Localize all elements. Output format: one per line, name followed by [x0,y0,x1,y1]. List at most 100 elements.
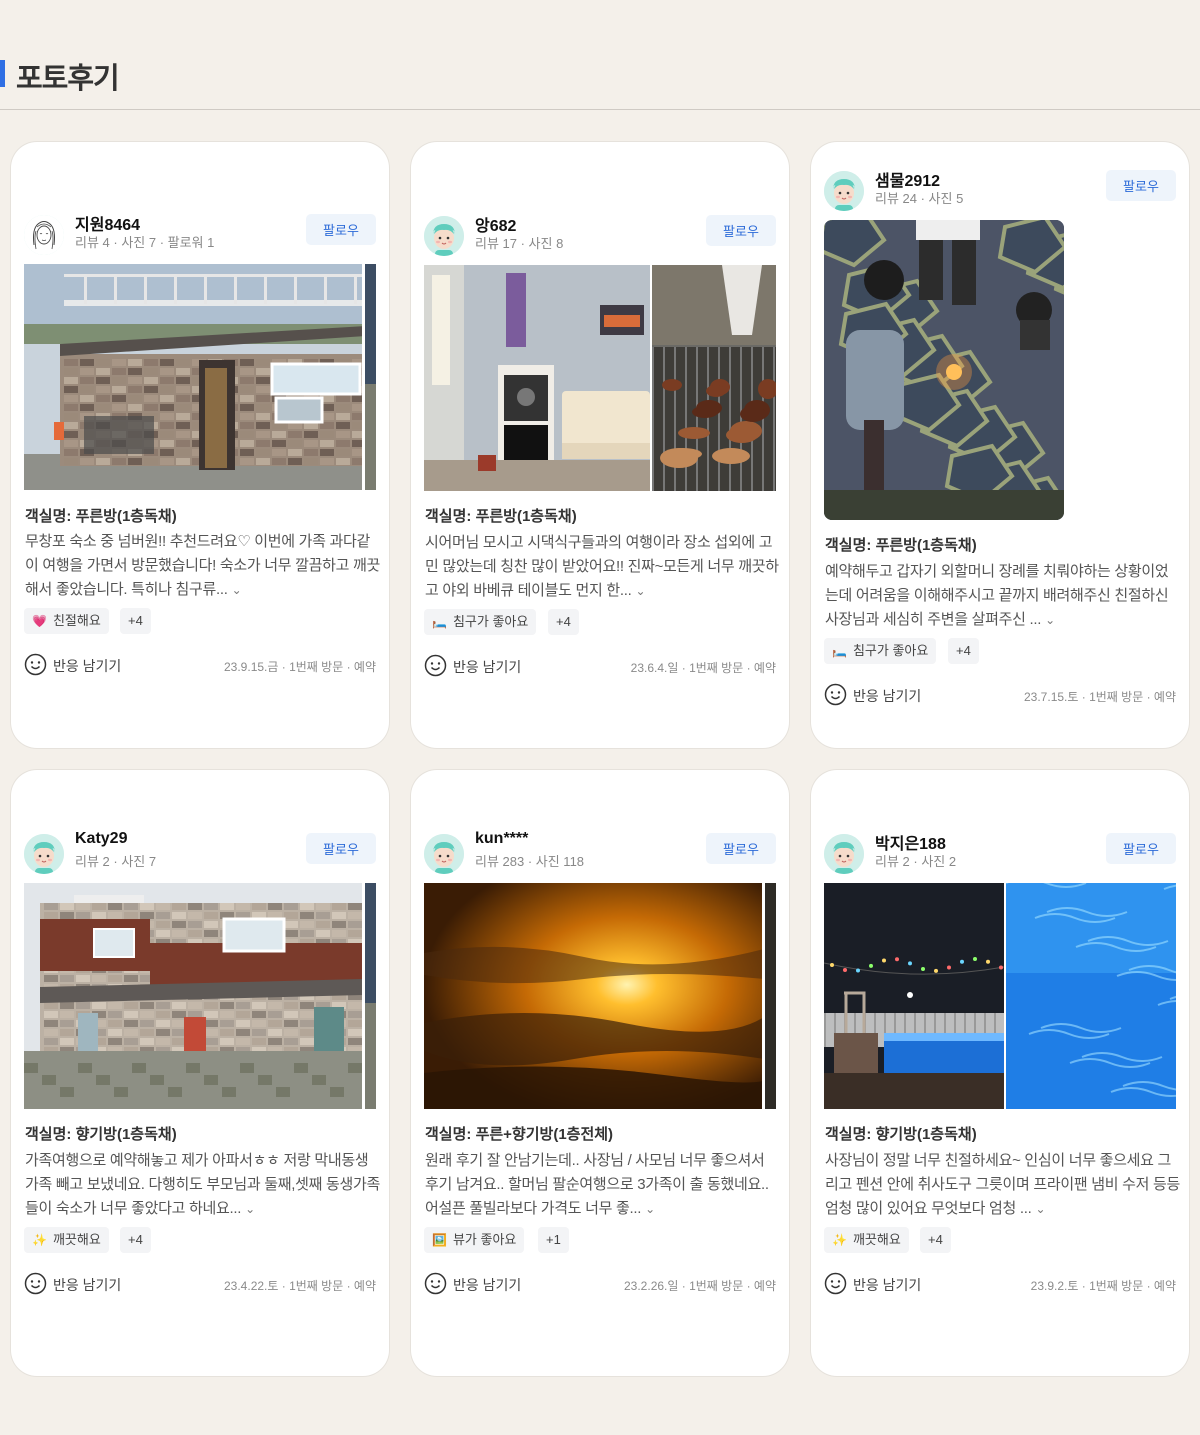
visit-meta: 23.6.4.일 · 1번째 방문 · 예약 [630,661,776,675]
review-photo[interactable] [424,883,762,1109]
review-photo[interactable] [1006,883,1176,1109]
review-card[interactable]: 샘물2912 리뷰 24 · 사진 5 팔로우 객실명: 푸른방(1층독채) 예… [811,142,1189,748]
review-text[interactable]: 가족여행으로 예약해놓고 제가 아파서ㅎㅎ 저랑 막내동생가족 빼고 보냈네요.… [25,1149,380,1221]
chevron-down-icon[interactable]: ⌄ [245,1202,255,1216]
keyword-tag: 💗 친절해요 [24,608,109,634]
page-title: 포토후기 [16,63,120,95]
leave-reaction-label: 반응 남기기 [453,659,522,675]
avatar[interactable] [24,834,64,874]
leave-reaction-label: 반응 남기기 [853,688,922,704]
keyword-tag: 🖼️ 뷰가 좋아요 [424,1227,525,1253]
more-tags-badge[interactable]: +4 [920,1227,951,1253]
chevron-down-icon[interactable]: ⌄ [1045,613,1055,627]
reviewer-profile[interactable]: 박지은188 리뷰 2 · 사진 2 팔로우 [824,830,1176,878]
review-body: 시어머님 모시고 시댁식구들과의 여행이라 장소 섭외에 고민 많았는데 칭찬 … [425,534,779,599]
visit-meta: 23.7.15.토 · 1번째 방문 · 예약 [1024,690,1176,704]
photo-carousel[interactable] [24,883,376,1109]
room-name: 객실명: 푸른방(1층독채) [25,508,177,525]
review-photo[interactable] [24,883,362,1109]
review-photo[interactable] [765,883,776,1109]
review-photo[interactable] [365,883,376,1109]
sparkle-icon: ✨ [832,1233,847,1247]
review-photo[interactable] [365,264,376,490]
photo-carousel[interactable] [24,264,376,490]
title-accent-bar [0,60,5,87]
chevron-down-icon[interactable]: ⌄ [232,583,242,597]
review-photo[interactable] [652,265,776,491]
visit-meta: 23.4.22.토 · 1번째 방문 · 예약 [224,1279,376,1293]
keyword-tag: 🛏️ 침구가 좋아요 [424,609,537,635]
sparkle-icon: ✨ [32,1233,47,1247]
review-body: 사장님이 정말 너무 친절하세요~ 인심이 너무 좋으세요 그리고 펜션 안에 … [825,1152,1180,1217]
reviewer-stats: 리뷰 17 · 사진 8 [475,236,564,251]
follow-button[interactable]: 팔로우 [706,215,776,246]
follow-button[interactable]: 팔로우 [1106,833,1176,864]
leave-reaction-label: 반응 남기기 [53,1277,122,1293]
visit-meta: 23.2.26.일 · 1번째 방문 · 예약 [624,1279,776,1293]
review-text[interactable]: 시어머님 모시고 시댁식구들과의 여행이라 장소 섭외에 고민 많았는데 칭찬 … [425,531,780,603]
avatar[interactable] [424,216,464,256]
avatar[interactable] [24,215,64,255]
more-tags-badge[interactable]: +4 [120,1227,151,1253]
photo-carousel[interactable] [824,883,1176,1109]
review-text[interactable]: 사장님이 정말 너무 친절하세요~ 인심이 너무 좋으세요 그리고 펜션 안에 … [825,1149,1180,1221]
reviewer-profile[interactable]: kun**** 리뷰 283 · 사진 118 팔로우 [424,830,776,878]
bed-icon: 🛏️ [832,644,847,658]
keyword-tag-label: 친절해요 [52,613,101,628]
follow-button[interactable]: 팔로우 [306,833,376,864]
review-footer: 반응 남기기 23.9.2.토 · 1번째 방문 · 예약 [824,1272,1176,1296]
reviewer-stats: 리뷰 24 · 사진 5 [875,191,964,206]
review-footer: 반응 남기기 23.6.4.일 · 1번째 방문 · 예약 [424,654,776,678]
photo-carousel[interactable] [824,220,1176,520]
review-photo[interactable] [824,883,1004,1109]
review-card[interactable]: Katy29 리뷰 2 · 사진 7 팔로우 객실명: 향기방(1층독채) 가족… [11,770,389,1376]
chevron-down-icon[interactable]: ⌄ [635,584,645,598]
visit-meta: 23.9.15.금 · 1번째 방문 · 예약 [224,660,376,674]
review-photo[interactable] [824,220,1064,520]
avatar[interactable] [824,834,864,874]
avatar[interactable] [424,834,464,874]
review-card[interactable]: 지원8464 리뷰 4 · 사진 7 · 팔로워 1 팔로우 객실명: 푸른방(… [11,142,389,748]
reviewer-profile[interactable]: 앙682 리뷰 17 · 사진 8 팔로우 [424,212,776,260]
room-name: 객실명: 향기방(1층독채) [825,1126,977,1143]
leave-reaction-label: 반응 남기기 [453,1277,522,1293]
keyword-tag: ✨ 깨끗해요 [24,1227,109,1253]
review-photo[interactable] [424,265,650,491]
bed-icon: 🛏️ [432,615,447,629]
follow-button[interactable]: 팔로우 [1106,170,1176,201]
review-card[interactable]: kun**** 리뷰 283 · 사진 118 팔로우 객실명: 푸른+향기방(… [411,770,789,1376]
reviewer-profile[interactable]: Katy29 리뷰 2 · 사진 7 팔로우 [24,830,376,878]
review-card[interactable]: 앙682 리뷰 17 · 사진 8 팔로우 객실명: 푸른방(1층독채) 시어머… [411,142,789,748]
chevron-down-icon[interactable]: ⌄ [645,1202,655,1216]
review-footer: 반응 남기기 23.4.22.토 · 1번째 방문 · 예약 [24,1272,376,1296]
keyword-tag-label: 깨끗해요 [852,1232,901,1247]
follow-button[interactable]: 팔로우 [706,833,776,864]
more-tags-badge[interactable]: +1 [538,1227,569,1253]
keyword-tag: ✨ 깨끗해요 [824,1227,909,1253]
follow-button[interactable]: 팔로우 [306,214,376,245]
review-text[interactable]: 원래 후기 잘 안남기는데.. 사장님 / 사모님 너무 좋으셔서 후기 남겨요… [425,1149,780,1221]
leave-reaction-label: 반응 남기기 [53,658,122,674]
review-text[interactable]: 예약해두고 갑자기 외할머니 장례를 치뤄야하는 상황이었는데 어려움을 이해해… [825,560,1180,632]
photo-carousel[interactable] [424,265,776,491]
reviewer-name[interactable]: kun**** [475,830,528,848]
more-tags-badge[interactable]: +4 [948,638,979,664]
avatar[interactable] [824,171,864,211]
reviewer-name[interactable]: Katy29 [75,830,127,848]
chevron-down-icon[interactable]: ⌄ [1035,1202,1045,1216]
review-photo[interactable] [24,264,362,490]
review-text[interactable]: 무창포 숙소 중 넘버원!! 추천드려요♡ 이번에 가족 과다같이 여행을 가면… [25,530,380,602]
photo-carousel[interactable] [424,883,776,1109]
heart-icon: 💗 [32,614,47,628]
page-header: 포토후기 [0,0,1200,110]
room-name: 객실명: 푸른방(1층독채) [425,508,577,525]
keyword-tag-label: 깨끗해요 [52,1232,101,1247]
reviewer-profile[interactable]: 샘물2912 리뷰 24 · 사진 5 팔로우 [824,167,1176,215]
review-card[interactable]: 박지은188 리뷰 2 · 사진 2 팔로우 객실명: 향기방(1층독채) 사장… [811,770,1189,1376]
room-name: 객실명: 푸른+향기방(1층전체) [425,1126,614,1143]
review-footer: 반응 남기기 23.7.15.토 · 1번째 방문 · 예약 [824,683,1176,707]
review-body: 무창포 숙소 중 넘버원!! 추천드려요♡ 이번에 가족 과다같이 여행을 가면… [25,533,380,598]
more-tags-badge[interactable]: +4 [548,609,579,635]
more-tags-badge[interactable]: +4 [120,608,151,634]
reviewer-profile[interactable]: 지원8464 리뷰 4 · 사진 7 · 팔로워 1 팔로우 [24,211,376,259]
